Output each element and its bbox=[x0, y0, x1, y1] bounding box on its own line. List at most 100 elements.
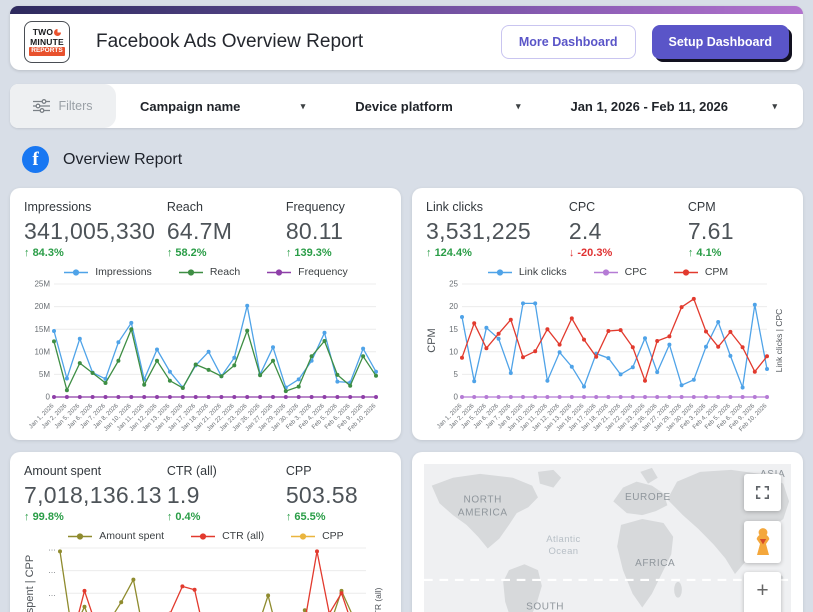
legend-item[interactable]: CPM bbox=[673, 266, 728, 278]
svg-text:…: … bbox=[48, 589, 56, 598]
campaign-name-filter[interactable]: Campaign name ▾ bbox=[116, 84, 331, 128]
metric-delta: ↑ 0.4% bbox=[167, 511, 286, 523]
metric-delta: ↑ 65.5% bbox=[286, 511, 387, 523]
metric-frequency: Frequency 80.11 ↑ 139.3% bbox=[286, 200, 387, 259]
metric-delta: ↑ 139.3% bbox=[286, 247, 387, 259]
legend-item[interactable]: CPP bbox=[290, 530, 344, 542]
metric-value: 2.4 bbox=[569, 218, 688, 245]
device-platform-filter[interactable]: Device platform ▾ bbox=[331, 84, 546, 128]
legend-marker-icon bbox=[190, 532, 216, 541]
legend-item[interactable]: Reach bbox=[178, 266, 240, 278]
filters-sliders-icon bbox=[33, 99, 50, 113]
metric-delta: ↑ 58.2% bbox=[167, 247, 286, 259]
metric-label: Link clicks bbox=[426, 200, 569, 214]
date-range-filter[interactable]: Jan 1, 2026 - Feb 11, 2026 ▾ bbox=[546, 84, 803, 128]
metric-label: CTR (all) bbox=[167, 464, 286, 478]
map-zoom-control[interactable]: + − bbox=[744, 572, 781, 612]
legend-item[interactable]: Impressions bbox=[63, 266, 152, 278]
filters-toggle[interactable]: Filters bbox=[10, 84, 116, 128]
metric-cpm: CPM 7.61 ↑ 4.1% bbox=[688, 200, 789, 259]
chart-legend: Impressions Reach Frequency bbox=[24, 266, 387, 278]
svg-text:CTR (all): CTR (all) bbox=[373, 587, 383, 612]
metric-delta: ↑ 99.8% bbox=[24, 511, 167, 523]
legend-item[interactable]: CPC bbox=[593, 266, 647, 278]
svg-text:…: … bbox=[48, 566, 56, 575]
metric-label: Impressions bbox=[24, 200, 167, 214]
metric-label: Reach bbox=[167, 200, 286, 214]
logo-line1: TWO bbox=[33, 28, 53, 37]
legend-marker-icon bbox=[487, 268, 513, 277]
chart-legend: Amount spent CTR (all) CPP bbox=[24, 530, 387, 542]
metric-label: CPM bbox=[688, 200, 789, 214]
map-pegman-button[interactable] bbox=[744, 521, 781, 563]
metric-delta-value: 84.3% bbox=[33, 247, 64, 259]
map-fullscreen-button[interactable] bbox=[744, 474, 781, 511]
fullscreen-icon bbox=[754, 484, 771, 501]
geo-map-card: NORTH AMERICAEUROPEASIAAtlantic OceanAFR… bbox=[412, 452, 803, 612]
filters-label: Filters bbox=[58, 99, 92, 113]
metric-delta: ↑ 84.3% bbox=[24, 247, 167, 259]
chevron-down-icon: ▾ bbox=[516, 101, 521, 112]
world-map-canvas bbox=[424, 464, 791, 612]
trend-arrow-icon: ↑ bbox=[286, 511, 292, 523]
metric-delta-value: 0.4% bbox=[175, 511, 200, 523]
metric-delta-value: 4.1% bbox=[696, 247, 721, 259]
date-range-value: Jan 1, 2026 - Feb 11, 2026 bbox=[570, 99, 728, 114]
legend-marker-icon bbox=[67, 532, 93, 541]
trend-arrow-icon: ↑ bbox=[167, 511, 173, 523]
metric-value: 7,018,136.13 bbox=[24, 482, 167, 509]
world-map[interactable]: NORTH AMERICAEUROPEASIAAtlantic OceanAFR… bbox=[424, 464, 791, 612]
metric-value: 7.61 bbox=[688, 218, 789, 245]
impressions-chart-canvas[interactable]: 05M10M15M20M25MJan 1, 2026Jan 2, 2026Jan… bbox=[24, 279, 386, 435]
metric-delta-value: 99.8% bbox=[33, 511, 64, 523]
metric-delta-value: 124.4% bbox=[435, 247, 472, 259]
legend-marker-icon bbox=[593, 268, 619, 277]
metric-value: 503.58 bbox=[286, 482, 387, 509]
legend-item[interactable]: Link clicks bbox=[487, 266, 567, 278]
metric-value: 80.11 bbox=[286, 218, 387, 245]
legend-label: CTR (all) bbox=[222, 530, 264, 542]
legend-label: CPM bbox=[705, 266, 728, 278]
campaign-name-filter-label: Campaign name bbox=[140, 99, 240, 114]
legend-item[interactable]: CTR (all) bbox=[190, 530, 264, 542]
amount-spent-chart-canvas[interactable]: ………………Jan 1, 2026Jan 2, 2026Jan 5, 2026J… bbox=[24, 543, 386, 612]
metric-reach: Reach 64.7M ↑ 58.2% bbox=[167, 200, 286, 259]
facebook-icon: f bbox=[22, 146, 49, 173]
section-title: Overview Report bbox=[63, 151, 182, 169]
metric-delta: ↑ 124.4% bbox=[426, 247, 569, 259]
svg-text:25M: 25M bbox=[34, 280, 50, 289]
link-clicks-chart-canvas[interactable]: 0510152025Jan 1, 2026Jan 2, 2026Jan 5, 2… bbox=[426, 279, 787, 435]
trend-arrow-icon: ↑ bbox=[24, 511, 30, 523]
cards-grid: Impressions 341,005,330 ↑ 84.3% Reach 64… bbox=[10, 188, 803, 612]
metric-amount-spent: Amount spent 7,018,136.13 ↑ 99.8% bbox=[24, 464, 167, 523]
svg-text:Link clicks | CPC: Link clicks | CPC bbox=[774, 309, 784, 373]
trend-arrow-icon: ↓ bbox=[569, 247, 575, 259]
logo-line2: MINUTE bbox=[30, 38, 64, 47]
legend-item[interactable]: Amount spent bbox=[67, 530, 164, 542]
metric-delta: ↑ 4.1% bbox=[688, 247, 789, 259]
svg-text:15: 15 bbox=[449, 325, 458, 334]
metric-label: CPP bbox=[286, 464, 387, 478]
trend-arrow-icon: ↑ bbox=[24, 247, 30, 259]
svg-text:20: 20 bbox=[449, 302, 458, 311]
trend-arrow-icon: ↑ bbox=[167, 247, 173, 259]
page-title: Facebook Ads Overview Report bbox=[96, 31, 501, 53]
legend-item[interactable]: Frequency bbox=[266, 266, 348, 278]
svg-text:0: 0 bbox=[46, 393, 51, 402]
legend-marker-icon bbox=[63, 268, 89, 277]
metric-value: 64.7M bbox=[167, 218, 286, 245]
svg-text:Amount spent | CPP: Amount spent | CPP bbox=[24, 555, 36, 612]
legend-label: Frequency bbox=[298, 266, 348, 278]
amount-spent-card: Amount spent 7,018,136.13 ↑ 99.8% CTR (a… bbox=[10, 452, 401, 612]
svg-text:20M: 20M bbox=[34, 302, 50, 311]
metric-value: 3,531,225 bbox=[426, 218, 569, 245]
header-gradient-bar bbox=[10, 6, 803, 14]
legend-label: CPC bbox=[625, 266, 647, 278]
legend-label: Link clicks bbox=[519, 266, 567, 278]
more-dashboard-button[interactable]: More Dashboard bbox=[501, 25, 636, 59]
trend-arrow-icon: ↑ bbox=[688, 247, 694, 259]
trend-arrow-icon: ↑ bbox=[286, 247, 292, 259]
zoom-in-button[interactable]: + bbox=[744, 572, 781, 609]
setup-dashboard-button[interactable]: Setup Dashboard bbox=[652, 25, 790, 59]
metric-cpc: CPC 2.4 ↓ -20.3% bbox=[569, 200, 688, 259]
